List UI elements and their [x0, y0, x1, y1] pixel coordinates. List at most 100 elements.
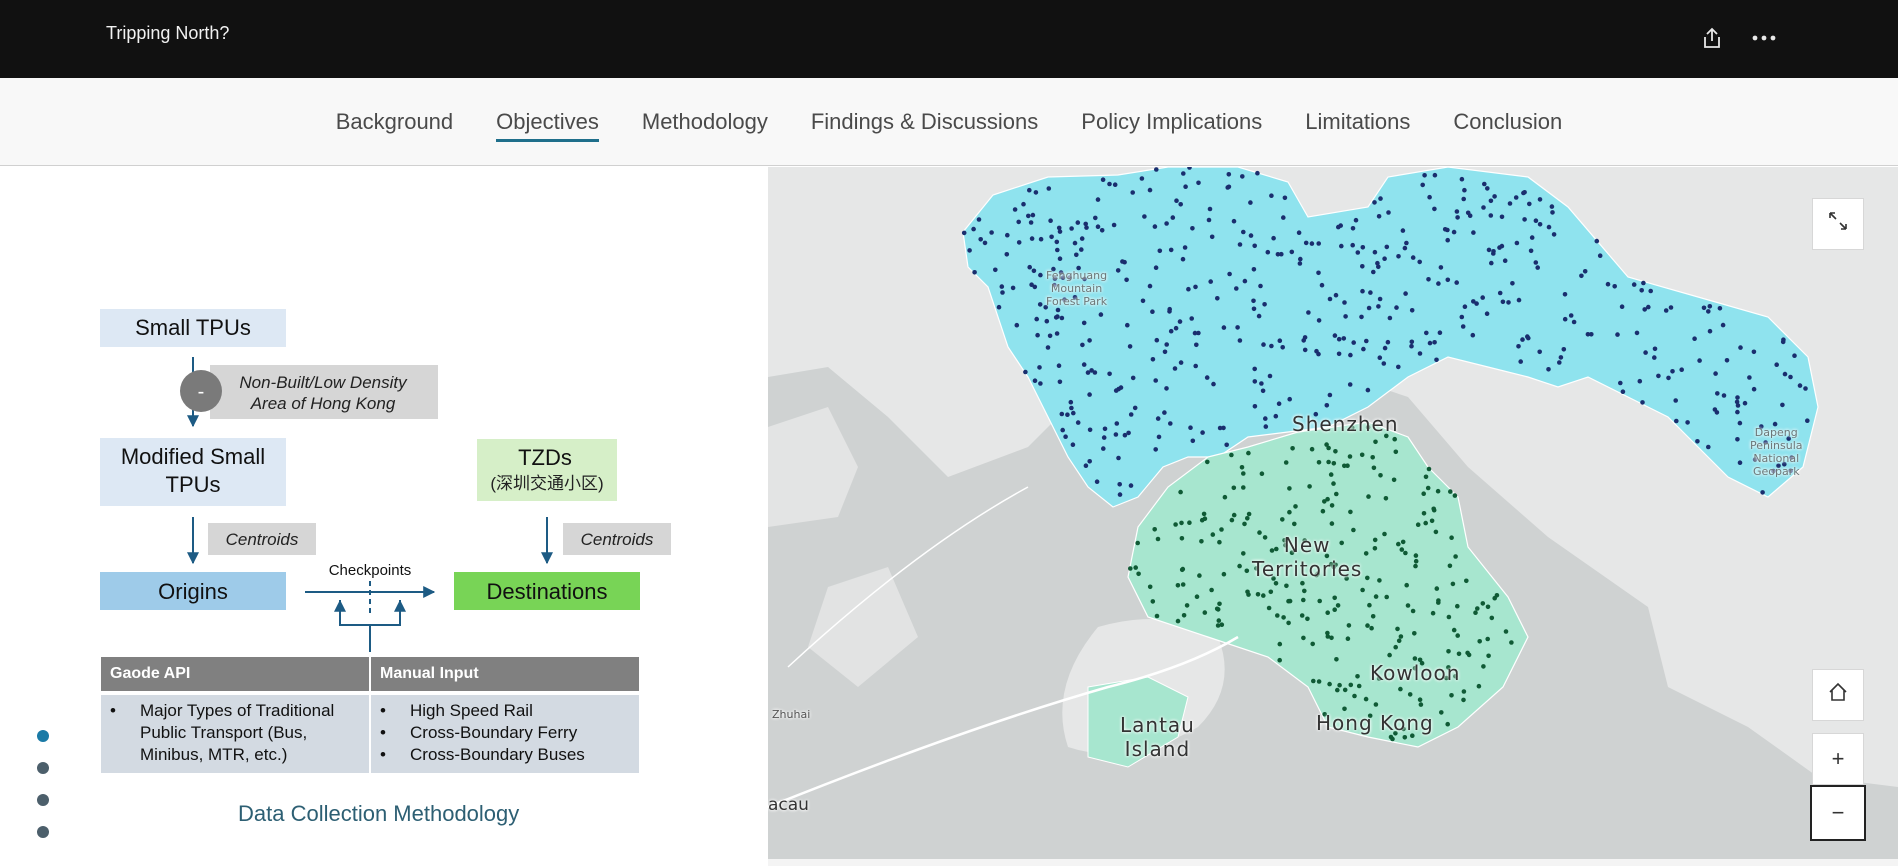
zoom-in-button[interactable]: + [1812, 733, 1864, 785]
map-point [1533, 218, 1539, 223]
map-point [1293, 504, 1298, 509]
map-point [1562, 292, 1568, 297]
map-point [1327, 392, 1333, 398]
map-point [967, 248, 972, 253]
map-point [1387, 315, 1393, 321]
map-point [1393, 449, 1399, 455]
label-macau: acau [768, 795, 809, 815]
app-title: Tripping North? [106, 23, 230, 43]
map-point [1060, 427, 1065, 433]
map-point [1526, 335, 1531, 341]
table-gaode-line-2: Public Transport (Bus, [140, 723, 307, 742]
map-point [1417, 351, 1423, 356]
map-point [1359, 452, 1365, 458]
map-point [1491, 251, 1496, 256]
map-point [1742, 400, 1748, 406]
label-dapeng-1: Dapeng [1754, 426, 1798, 439]
map-point [1180, 582, 1186, 587]
map-point [1707, 328, 1713, 334]
map-point [1366, 305, 1372, 311]
map-point [1280, 517, 1285, 522]
map-point [1351, 340, 1356, 345]
map-point [1310, 641, 1315, 647]
fullscreen-button[interactable] [1812, 198, 1864, 250]
slide-dot-4[interactable] [37, 826, 49, 838]
map-point [1101, 446, 1106, 451]
map-point [1116, 455, 1121, 461]
map-point [1462, 187, 1467, 193]
share-icon[interactable] [1694, 20, 1730, 56]
map-point [1242, 278, 1248, 284]
tab-findings-discussions[interactable]: Findings & Discussions [789, 78, 1059, 166]
map-point [1071, 410, 1076, 416]
map-point [1392, 436, 1397, 442]
map-point [1284, 583, 1289, 589]
label-lantau-island: Lantau Island [1120, 713, 1195, 761]
map-point [1031, 268, 1037, 274]
map-point [1016, 219, 1021, 225]
map-point [1492, 194, 1497, 199]
map-point [1168, 247, 1174, 253]
tab-objectives[interactable]: Objectives [475, 78, 621, 166]
slide-dot-1[interactable] [37, 730, 49, 742]
label-fenghuang-2: Mountain [1050, 282, 1103, 295]
map-point [1265, 249, 1271, 255]
origins-label: Origins [158, 579, 228, 604]
tab-background[interactable]: Background [314, 78, 474, 166]
map-point [1782, 371, 1788, 377]
map-point [1329, 503, 1335, 508]
map-point [1269, 343, 1274, 349]
destinations-label: Destinations [486, 579, 607, 604]
tzds-label: TZDs [518, 445, 572, 470]
map-point [1402, 245, 1408, 251]
map-point [1316, 460, 1322, 465]
map-point [1774, 362, 1779, 367]
map-point [1240, 174, 1245, 179]
map-point [1385, 339, 1391, 345]
map-point [1489, 615, 1495, 621]
tab-conclusion[interactable]: Conclusion [1432, 78, 1584, 166]
map-point [1331, 481, 1336, 486]
map-point [1435, 488, 1441, 494]
map-view[interactable]: Shenzhen New Territories Kowloon Hong Ko… [768, 167, 1898, 866]
map-point [1172, 366, 1178, 371]
map-point [1046, 186, 1052, 191]
map-point [1271, 235, 1276, 241]
tab-methodology[interactable]: Methodology [620, 78, 789, 166]
tab-policy-implications[interactable]: Policy Implications [1060, 78, 1284, 166]
label-shenzhen: Shenzhen [1292, 412, 1399, 436]
tab-limitations[interactable]: Limitations [1284, 78, 1432, 166]
map-point [1488, 213, 1494, 218]
map-point [1164, 386, 1169, 391]
map-point [1093, 215, 1098, 221]
label-new-territories: New Territories [1252, 533, 1362, 581]
map-point [1384, 594, 1389, 600]
map-point [1377, 578, 1382, 583]
map-point [1242, 521, 1247, 527]
map-point [993, 267, 998, 273]
map-point [1211, 381, 1216, 387]
map-point [1425, 485, 1431, 491]
map-point [1252, 404, 1258, 409]
map-point [1405, 603, 1411, 608]
map-point [1459, 314, 1465, 320]
map-point [1571, 319, 1577, 325]
map-point [1376, 214, 1382, 219]
label-dapeng: Dapeng Peninsula National Geopark [1750, 426, 1803, 478]
map-point [1451, 627, 1457, 633]
map-point [1387, 652, 1392, 658]
more-options-icon[interactable] [1746, 20, 1782, 56]
map-canvas[interactable] [768, 167, 1898, 866]
zoom-out-button[interactable]: − [1810, 785, 1866, 841]
centroids-left-label: Centroids [226, 530, 299, 549]
map-point [1309, 446, 1315, 452]
map-point [1455, 603, 1460, 609]
map-point [1449, 693, 1454, 698]
home-button[interactable] [1812, 669, 1864, 721]
map-point [1087, 338, 1092, 343]
map-point [1747, 375, 1752, 380]
slide-dot-3[interactable] [37, 794, 49, 806]
map-point [1378, 473, 1383, 478]
slide-dot-2[interactable] [37, 762, 49, 774]
map-point [1309, 241, 1315, 246]
